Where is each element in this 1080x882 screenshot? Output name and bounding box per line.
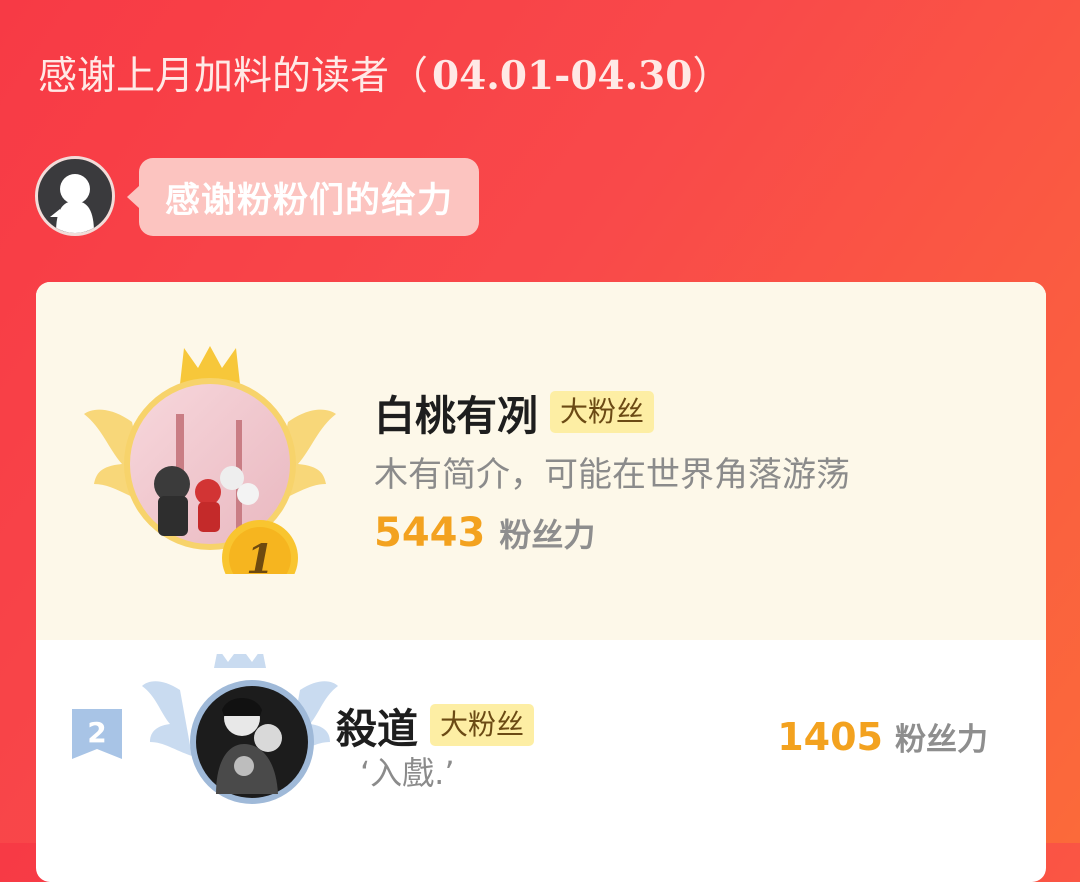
rank-1-fan-badge: 大粉丝 [550, 391, 655, 433]
fan-ranking-card: 1 白桃有冽 大粉丝 木有简介，可能在世界角落游荡 5443 粉丝力 2 殺道 … [36, 282, 1046, 882]
rank-1-name[interactable]: 白桃有冽 [374, 382, 538, 442]
rank-2-power-value: 1405 [777, 715, 883, 759]
left-wing-icon [142, 681, 192, 756]
rank-1-power-value: 5443 [374, 510, 486, 556]
thanks-bubble: 感谢粉粉们的给力 [126, 158, 480, 236]
rank-2-name[interactable]: 殺道 [336, 695, 418, 755]
rank-2-name-line: 殺道 大粉丝 [336, 695, 535, 755]
rank-2-power: 1405 粉丝力 [777, 714, 988, 759]
host-avatar[interactable] [35, 156, 115, 236]
rank-2-power-unit: 粉丝力 [895, 722, 988, 758]
title-date-range: 04.01-04.30 [432, 53, 693, 99]
silver-winged-avatar-badge[interactable] [140, 654, 340, 804]
rank-2-ribbon-icon: 2 [72, 709, 122, 759]
rank-1-bio: 木有简介，可能在世界角落游荡 [374, 455, 850, 495]
rank-1-power: 5443 粉丝力 [374, 510, 595, 556]
thanks-bubble-text: 感谢粉粉们的给力 [165, 180, 454, 221]
rank-1-power-unit: 粉丝力 [499, 516, 596, 554]
rank-1-name-line: 白桃有冽 大粉丝 [374, 382, 655, 442]
rank-2-bio: ‘入戲.’ [360, 754, 455, 792]
rank-2-fan-badge: 大粉丝 [430, 704, 535, 746]
gold-winged-avatar-badge[interactable]: 1 [80, 344, 340, 574]
ghost-avatar-icon [50, 174, 94, 233]
page-title: 感谢上月加料的读者（ 04.01-04.30） [38, 50, 731, 103]
rank-1-row[interactable]: 1 白桃有冽 大粉丝 木有简介，可能在世界角落游荡 5443 粉丝力 [36, 282, 1046, 640]
crown-icon [214, 654, 266, 668]
rank-2-number: 2 [87, 716, 106, 749]
title-text: 感谢上月加料的读者（ [38, 54, 429, 99]
title-close-paren: ） [692, 54, 732, 99]
rank-1-number: 1 [246, 536, 274, 574]
